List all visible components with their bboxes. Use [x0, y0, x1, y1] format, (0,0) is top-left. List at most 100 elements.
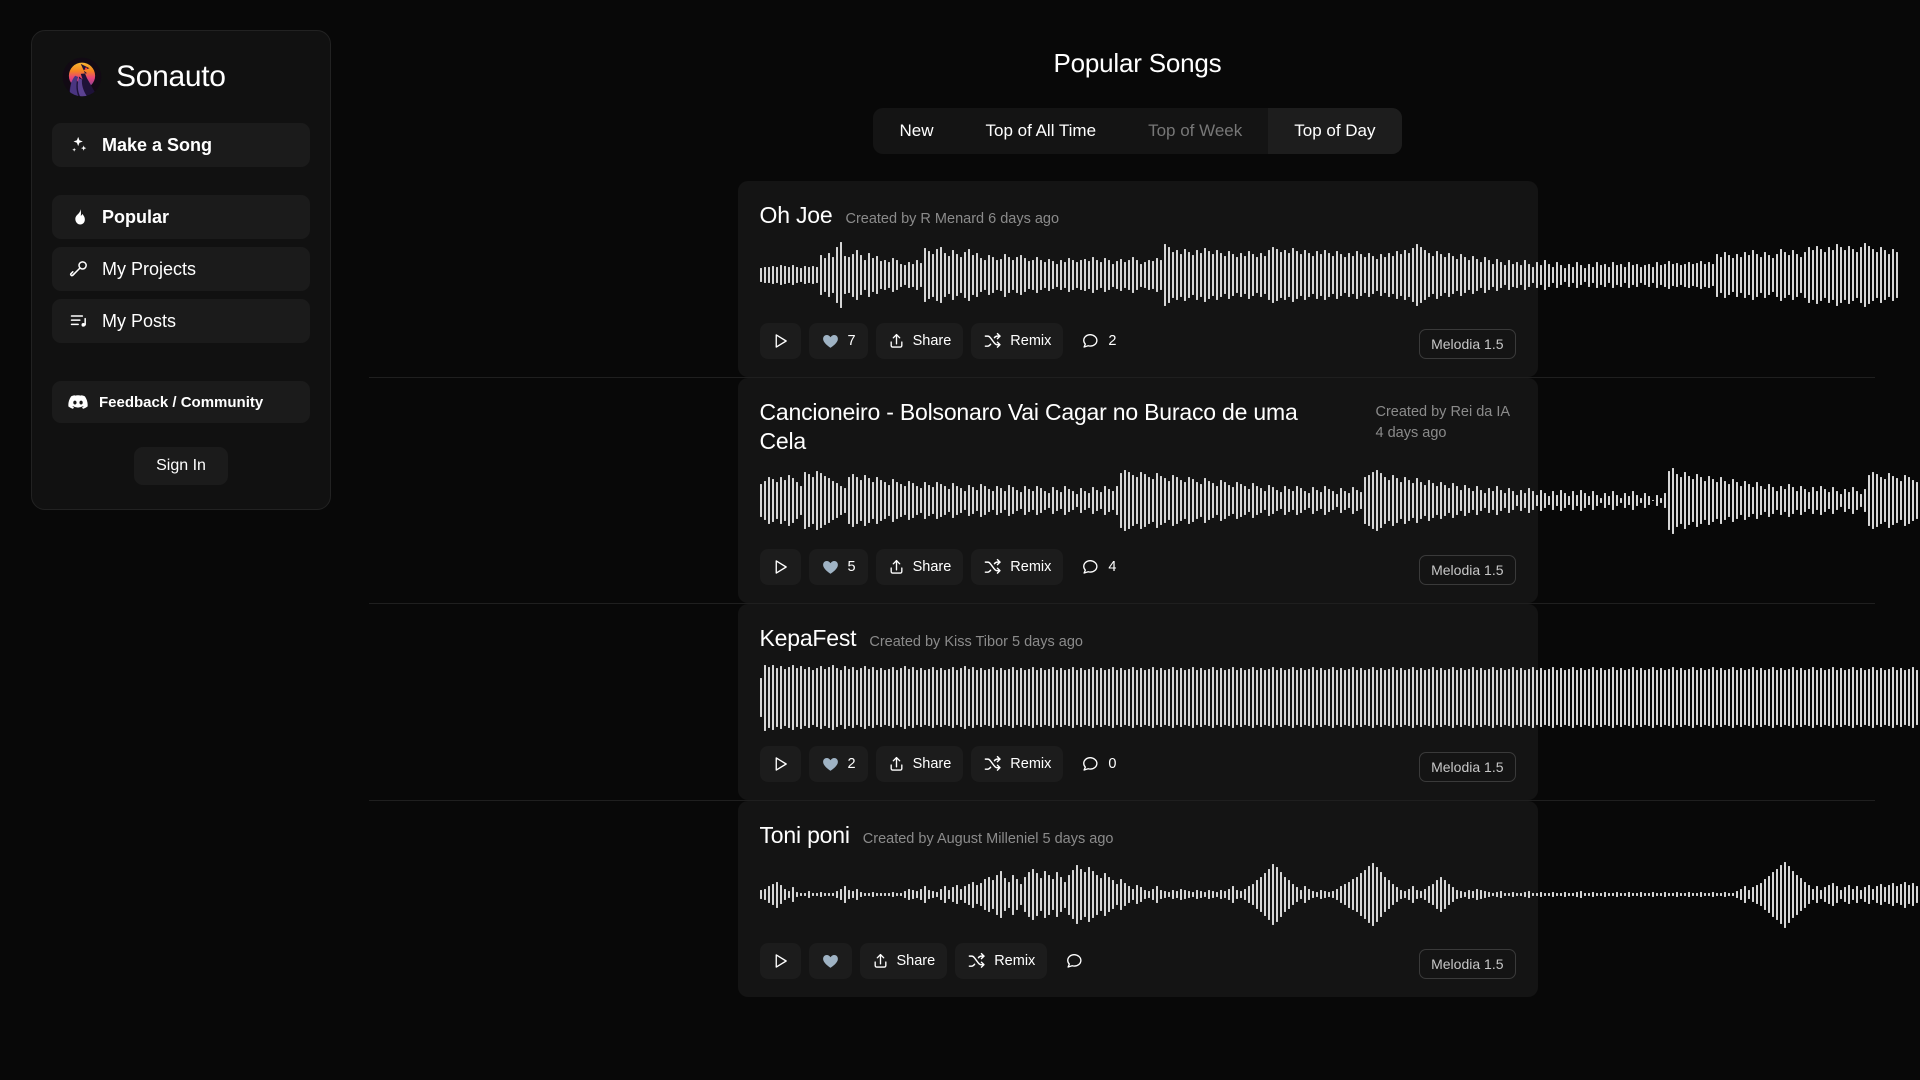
tab-top-of-all-time[interactable]: Top of All Time — [960, 108, 1123, 154]
waveform-bar — [979, 484, 982, 518]
share-button[interactable]: Share — [875, 745, 964, 782]
waveform-bar — [1659, 667, 1662, 728]
waveform-bar — [1315, 892, 1318, 897]
waveform-bar — [1883, 479, 1886, 522]
sidebar-item-my-projects[interactable]: My Projects — [52, 247, 310, 291]
waveform-bar — [907, 668, 910, 727]
sidebar-item-feedback-community[interactable]: Feedback / Community — [52, 381, 310, 423]
waveform-bar — [1547, 893, 1550, 896]
song-card-header: KepaFest Created by Kiss Tibor 5 days ago — [760, 624, 1516, 653]
waveform[interactable] — [759, 242, 1898, 309]
comment-button[interactable]: 2 — [1071, 323, 1128, 359]
waveform-bar — [1743, 886, 1746, 903]
waveform-bar — [1015, 879, 1018, 910]
waveform-bar — [1891, 248, 1894, 302]
like-button[interactable]: 7 — [808, 323, 868, 360]
waveform-bar — [1447, 883, 1450, 906]
song-title[interactable]: Cancioneiro - Bolsonaro Vai Cagar no Bur… — [760, 398, 1300, 456]
waveform-bar — [787, 267, 790, 283]
waveform-bar — [963, 490, 966, 511]
waveform-bar — [1347, 493, 1350, 508]
share-button[interactable]: Share — [875, 548, 964, 585]
sidebar-item-popular[interactable]: Popular — [52, 195, 310, 239]
waveform-bar — [1655, 494, 1658, 507]
waveform-bar — [1051, 487, 1054, 514]
flame-icon — [68, 207, 89, 228]
remix-button[interactable]: Remix — [971, 323, 1064, 360]
comment-button[interactable]: 0 — [1071, 746, 1128, 782]
waveform-bar — [1391, 883, 1394, 906]
play-button[interactable] — [759, 942, 801, 979]
sonauto-bird-logo — [62, 57, 102, 97]
waveform-bar — [1511, 263, 1514, 287]
sidebar-item-my-posts[interactable]: My Posts — [52, 299, 310, 343]
waveform-bar — [1915, 482, 1918, 519]
waveform-bar — [1331, 667, 1334, 728]
comment-button[interactable] — [1055, 943, 1096, 979]
waveform-bar — [1291, 883, 1294, 906]
waveform-bar — [1175, 669, 1178, 726]
play-icon — [772, 332, 789, 350]
like-button[interactable] — [808, 942, 852, 979]
play-button[interactable] — [759, 548, 801, 585]
waveform[interactable] — [759, 861, 1920, 928]
waveform-bar — [1611, 491, 1614, 510]
waveform-bar — [1515, 669, 1518, 726]
share-button[interactable]: Share — [875, 323, 964, 360]
sidebar-item-make-a-song[interactable]: Make a Song — [52, 123, 310, 167]
sign-in-button[interactable]: Sign In — [134, 447, 228, 485]
waveform-bar — [891, 258, 894, 292]
remix-button-label: Remix — [1010, 755, 1052, 772]
waveform-bar — [1663, 892, 1666, 897]
song-card-row: Toni poni Created by August Milleniel 5 d… — [355, 800, 1920, 997]
waveform-bar — [1551, 667, 1554, 728]
tab-top-of-day[interactable]: Top of Day — [1268, 108, 1402, 154]
sidebar-item-label: Popular — [102, 206, 170, 227]
waveform-bar — [1519, 489, 1522, 512]
waveform-bar — [1895, 886, 1898, 903]
song-card[interactable]: Oh Joe Created by R Menard 6 days ago 7 Sha… — [737, 181, 1898, 378]
waveform[interactable] — [759, 664, 1920, 731]
waveform-bar — [1755, 885, 1758, 904]
song-title[interactable]: KepaFest — [760, 624, 857, 653]
sidebar-item-label: My Posts — [102, 310, 177, 331]
waveform-bar — [1555, 669, 1558, 726]
waveform-bar — [1223, 670, 1226, 725]
song-card[interactable]: Cancioneiro - Bolsonaro Vai Cagar no Bur… — [737, 378, 1920, 603]
song-card[interactable]: Toni poni Created by August Milleniel 5 d… — [737, 800, 1920, 997]
tab-top-of-week[interactable]: Top of Week — [1122, 108, 1268, 154]
waveform-bar — [1175, 477, 1178, 524]
play-button[interactable] — [759, 323, 801, 360]
waveform-bar — [1359, 873, 1362, 916]
waveform-bar — [1167, 247, 1170, 303]
like-button[interactable]: 2 — [808, 745, 868, 782]
waveform-bar — [1023, 670, 1026, 725]
waveform-bar — [887, 893, 890, 896]
waveform-bar — [1575, 669, 1578, 726]
play-button[interactable] — [759, 745, 801, 782]
waveform-bar — [1399, 667, 1402, 728]
waveform-bar — [1355, 489, 1358, 512]
waveform-bar — [803, 893, 806, 896]
song-card[interactable]: KepaFest Created by Kiss Tibor 5 days ago… — [737, 603, 1920, 800]
share-button[interactable]: Share — [859, 942, 948, 979]
waveform-bar — [1319, 492, 1322, 509]
song-title[interactable]: Toni poni — [760, 821, 850, 850]
tab-new[interactable]: New — [873, 108, 959, 154]
waveform-bar — [1823, 252, 1826, 299]
remix-button[interactable]: Remix — [971, 745, 1064, 782]
waveform[interactable] — [759, 467, 1920, 534]
song-title[interactable]: Oh Joe — [760, 201, 833, 230]
waveform-bar — [1375, 867, 1378, 922]
waveform-bar — [1423, 484, 1426, 517]
waveform-bar — [1719, 667, 1722, 728]
waveform-bar — [1091, 870, 1094, 919]
waveform-bar — [947, 889, 950, 900]
remix-button[interactable]: Remix — [955, 942, 1048, 979]
waveform-bar — [1759, 256, 1762, 294]
remix-button[interactable]: Remix — [971, 548, 1064, 585]
waveform-bar — [823, 475, 826, 526]
like-button[interactable]: 5 — [808, 548, 868, 585]
waveform-bar — [1811, 667, 1814, 728]
comment-button[interactable]: 4 — [1071, 549, 1128, 585]
